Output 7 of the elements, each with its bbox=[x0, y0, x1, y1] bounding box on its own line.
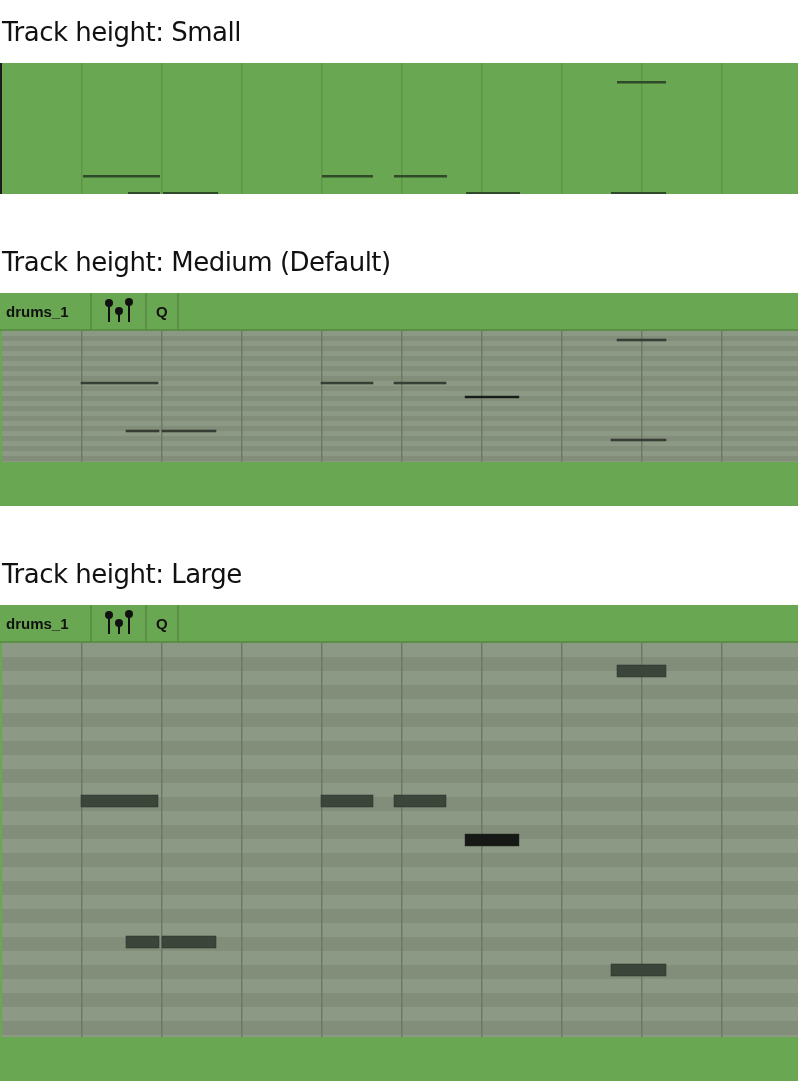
track-name: drums_1 bbox=[6, 614, 69, 632]
track-name: drums_1 bbox=[6, 302, 69, 320]
mixer-icon[interactable] bbox=[103, 298, 134, 324]
section-heading: Track height: Medium (Default) bbox=[2, 246, 392, 279]
mixer-icon[interactable] bbox=[103, 610, 134, 636]
section-heading: Track height: Small bbox=[2, 16, 242, 49]
section-heading: Track height: Large bbox=[2, 558, 243, 591]
